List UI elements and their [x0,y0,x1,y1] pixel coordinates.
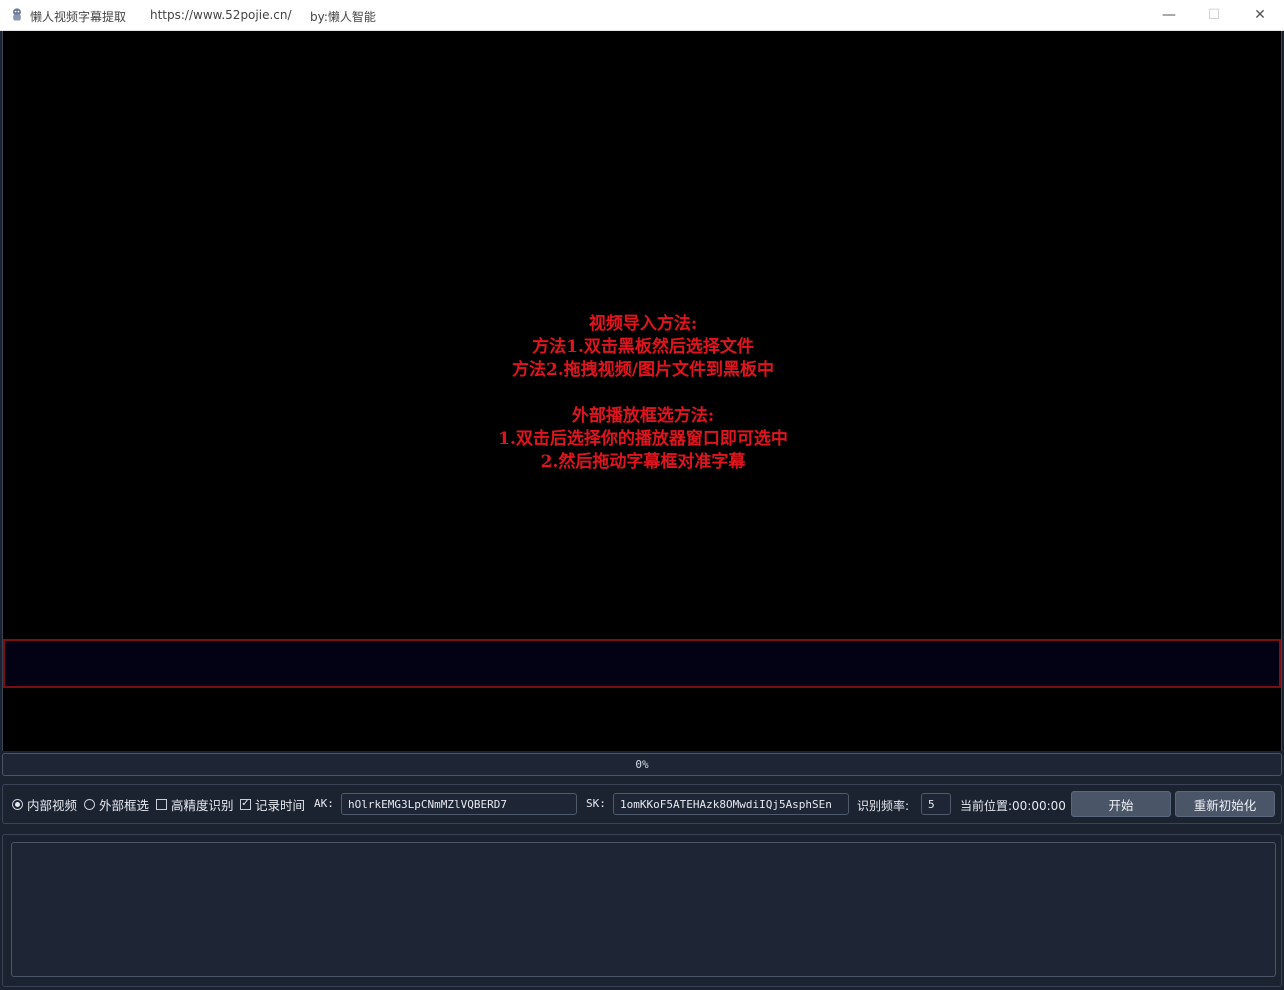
site-url: https://www.52pojie.cn/ [150,8,292,22]
progress-label: 0% [635,758,649,771]
minimize-button[interactable]: — [1146,0,1192,30]
app-icon [13,8,21,21]
record-time-label: 记录时间 [255,797,306,813]
frequency-input[interactable]: 5 [921,793,951,815]
radio-selected-icon [12,798,23,810]
high-precision-label: 高精度识别 [171,797,234,813]
window-title: 懒人视频字幕提取 [30,10,127,24]
start-button[interactable]: 开始 [1071,791,1171,817]
instruction-line: 外部播放框选方法: [571,406,715,426]
external-select-radio[interactable]: 外部框选 [84,795,149,813]
instruction-line: 2.然后拖动字幕框对准字幕 [540,452,746,472]
external-select-label: 外部框选 [99,797,150,813]
instruction-line: 方法1.双击黑板然后选择文件 [532,337,754,357]
radio-unselected-icon [84,798,95,810]
instruction-line [3,382,1283,405]
log-panel [2,834,1282,987]
import-instructions: 视频导入方法: 方法1.双击黑板然后选择文件 方法2.拖拽视频/图片文件到黑板中… [3,313,1283,474]
author-label: by:懒人智能 [310,10,376,24]
ak-input[interactable]: hOlrkEMG3LpCNmMZlVQBERD7 [341,793,577,815]
instruction-line: 视频导入方法: [588,314,698,334]
internal-video-label: 内部视频 [27,797,78,813]
reinitialize-button[interactable]: 重新初始化 [1175,791,1275,817]
checkbox-checked-icon: ✓ [240,798,251,810]
checkbox-unchecked-icon [156,798,167,810]
ak-label: AK: [314,797,334,810]
control-panel: 内部视频 外部框选 高精度识别 ✓ 记录时间 AK: hOlrkEMG3LpCN… [2,784,1282,824]
title-bar: 懒人视频字幕提取 https://www.52pojie.cn/ by:懒人智能… [0,0,1284,31]
sk-label: SK: [586,797,606,810]
subtitle-selection-box[interactable] [3,639,1281,688]
frequency-label: 识别频率: [857,799,910,813]
close-button[interactable]: ✕ [1237,0,1283,30]
instruction-line: 方法2.拖拽视频/图片文件到黑板中 [512,360,774,380]
high-precision-checkbox[interactable]: 高精度识别 [156,795,234,813]
record-time-checkbox[interactable]: ✓ 记录时间 [240,795,305,813]
current-position-label: 当前位置:00:00:00 [960,799,1066,813]
internal-video-radio[interactable]: 内部视频 [12,795,77,813]
log-textarea[interactable] [11,842,1276,977]
progress-bar: 0% [2,753,1282,776]
instruction-line: 1.双击后选择你的播放器窗口即可选中 [498,429,788,449]
sk-input[interactable]: 1omKKoF5ATEHAzk8OMwdiIQj5AsphSEn [613,793,849,815]
maximize-button[interactable]: ☐ [1191,0,1237,30]
